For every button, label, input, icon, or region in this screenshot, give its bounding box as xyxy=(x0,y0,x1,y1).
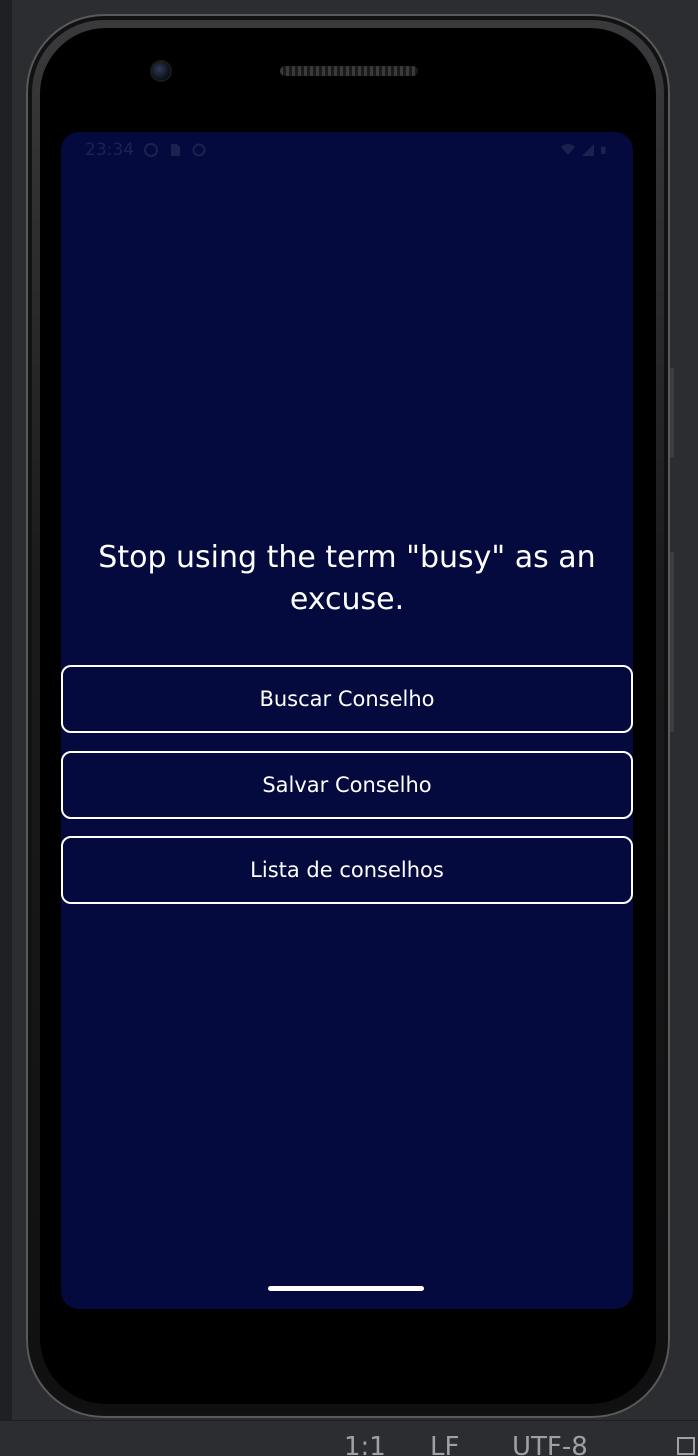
advice-text: Stop using the term "busy" as an excuse. xyxy=(98,540,596,617)
sd-card-icon xyxy=(171,144,180,156)
advice-list-button[interactable]: Lista de conselhos xyxy=(61,836,633,904)
wifi-icon xyxy=(561,144,575,155)
app-screen: 23:34 Stop using the term "busy" as an e… xyxy=(61,132,633,1309)
home-indicator[interactable] xyxy=(268,1286,424,1291)
file-encoding[interactable]: UTF-8 xyxy=(512,1432,588,1456)
sync-icon xyxy=(192,143,206,157)
front-camera-icon xyxy=(152,62,170,80)
power-button xyxy=(670,552,674,732)
volume-button xyxy=(670,368,674,458)
save-advice-button[interactable]: Salvar Conselho xyxy=(61,751,633,819)
fetch-advice-button[interactable]: Buscar Conselho xyxy=(61,665,633,733)
emulator-window: 23:34 Stop using the term "busy" as an e… xyxy=(0,0,698,1456)
status-time: 23:34 xyxy=(85,140,134,160)
ide-left-edge xyxy=(0,0,12,1456)
signal-icon xyxy=(582,144,594,156)
cursor-position[interactable]: 1:1 xyxy=(344,1432,386,1456)
line-separator[interactable]: LF xyxy=(430,1432,459,1456)
ide-lock-icon[interactable] xyxy=(676,1436,696,1456)
battery-icon xyxy=(601,146,606,154)
status-bar: 23:34 xyxy=(61,132,633,168)
speaker-grille xyxy=(280,66,418,76)
shield-icon xyxy=(144,143,158,157)
